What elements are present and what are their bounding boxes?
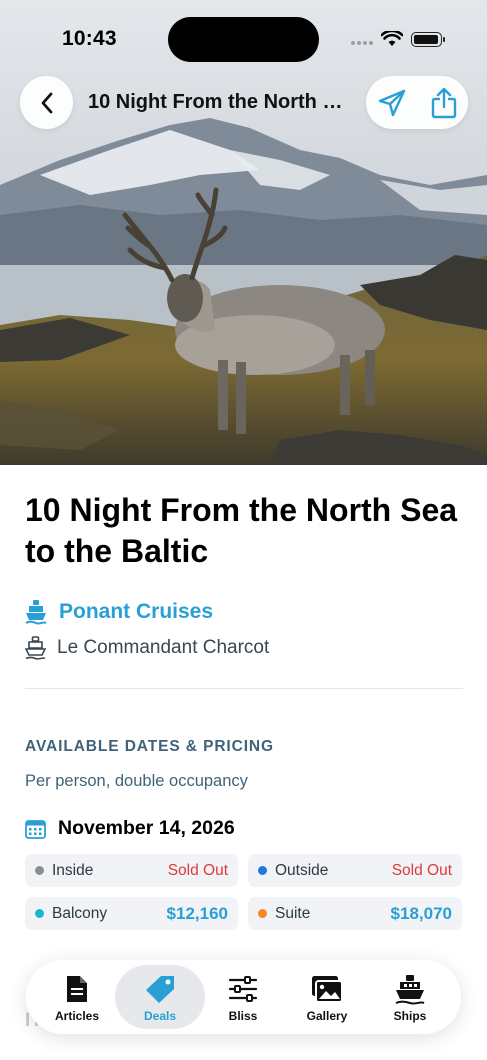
ship-icon <box>395 975 425 1005</box>
ferry-icon <box>25 636 46 660</box>
document-icon <box>67 976 87 1002</box>
status-time: 10:43 <box>62 27 117 50</box>
cabin-type: Balcony <box>52 904 108 922</box>
cabin-price: Sold Out <box>167 861 228 879</box>
cabin-color-dot <box>35 909 44 918</box>
ship-icon <box>25 600 47 625</box>
wifi-icon <box>381 31 403 46</box>
sailing-date: November 14, 2026 <box>58 817 235 839</box>
tab-label: Ships <box>393 1009 427 1023</box>
tab-ships[interactable]: Ships <box>365 965 455 1029</box>
dynamic-island <box>168 17 319 62</box>
cabin-color-dot <box>258 909 267 918</box>
tag-icon <box>146 976 174 1003</box>
cabin-price-suite[interactable]: Suite $18,070 <box>248 897 462 930</box>
tab-label: Articles <box>54 1009 100 1023</box>
pricing-heading: AVAILABLE DATES & PRICING <box>25 738 274 755</box>
tab-bar: Articles Deals Bliss Gallery Ships <box>26 960 461 1034</box>
section-divider <box>25 688 463 689</box>
cabin-price: Sold Out <box>391 861 452 879</box>
ship-link[interactable]: Le Commandant Charcot <box>25 636 269 660</box>
cabin-price: $12,160 <box>166 903 228 923</box>
cruise-line-name: Ponant Cruises <box>59 600 214 623</box>
chevron-left-icon <box>41 92 52 113</box>
ship-name: Le Commandant Charcot <box>57 637 270 658</box>
pricing-subheading: Per person, double occupancy <box>25 772 248 790</box>
status-bar: 10:43 <box>0 0 487 70</box>
cabin-price-balcony[interactable]: Balcony $12,160 <box>25 897 238 930</box>
trip-title: 10 Night From the North Sea to the Balti… <box>25 492 458 569</box>
sliders-icon <box>228 976 258 1002</box>
cabin-color-dot <box>258 866 267 875</box>
paper-plane-icon <box>378 89 406 117</box>
cabin-price: $18,070 <box>390 903 452 923</box>
tab-label: Bliss <box>228 1009 258 1023</box>
tab-bliss[interactable]: Bliss <box>198 965 288 1029</box>
tab-articles[interactable]: Articles <box>32 965 122 1029</box>
send-button[interactable] <box>375 86 409 120</box>
tab-deals[interactable]: Deals <box>115 965 205 1029</box>
action-button-group <box>366 76 468 129</box>
sailing-date-row: November 14, 2026 <box>25 817 235 840</box>
cabin-price-inside[interactable]: Inside Sold Out <box>25 854 238 887</box>
tab-label: Deals <box>143 1009 177 1023</box>
photos-icon <box>312 976 343 1003</box>
nav-title: 10 Night From the North Sea to the Balti… <box>88 91 348 113</box>
cellular-signal-icon <box>351 41 373 45</box>
cruise-line-link[interactable]: Ponant Cruises <box>25 599 213 625</box>
battery-icon <box>411 32 445 47</box>
cabin-color-dot <box>35 866 44 875</box>
back-button[interactable] <box>20 76 73 129</box>
calendar-icon <box>25 819 46 839</box>
share-icon <box>431 87 457 119</box>
cabin-type: Outside <box>275 861 329 879</box>
cabin-type: Suite <box>275 904 311 922</box>
tab-gallery[interactable]: Gallery <box>282 965 372 1029</box>
cabin-price-outside[interactable]: Outside Sold Out <box>248 854 462 887</box>
share-button[interactable] <box>427 86 461 120</box>
cabin-type: Inside <box>52 861 94 879</box>
tab-label: Gallery <box>306 1009 348 1023</box>
